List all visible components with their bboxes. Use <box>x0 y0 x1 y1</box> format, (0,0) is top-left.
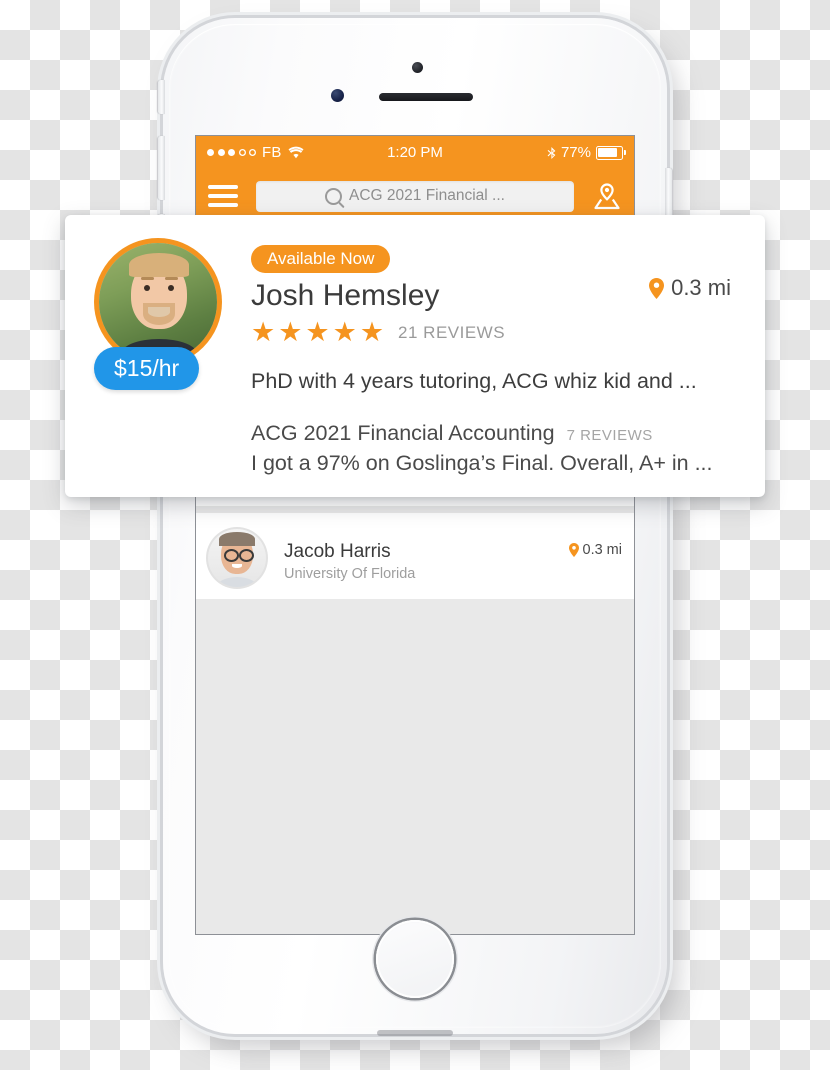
avatar <box>208 529 266 587</box>
list-item[interactable]: Jacob Harris 0.3 mi University Of Florid… <box>196 513 634 599</box>
front-camera-icon <box>412 62 423 73</box>
rating-row: ★★★★★ 21 REVIEWS <box>251 319 731 346</box>
course-review-count: 7 REVIEWS <box>566 427 653 444</box>
featured-header-row: Available Now Josh Hemsley 0.3 mi <box>251 245 731 312</box>
smartphone-device: FB 1:20 PM 77% ACG 2021 Financial ... Ja… <box>158 18 672 1036</box>
tutor-name: Jacob Harris <box>284 541 391 562</box>
featured-tutor-card[interactable]: $15/hr Available Now Josh Hemsley 0.3 mi… <box>65 215 765 497</box>
status-bar-left: FB <box>207 144 304 161</box>
featured-avatar-container: $15/hr <box>94 243 225 469</box>
list-item-body: Jacob Harris 0.3 mi University Of Florid… <box>280 527 622 587</box>
distance: 0.3 mi <box>568 542 623 558</box>
course-row: ACG 2021 Financial Accounting 7 REVIEWS <box>251 421 731 446</box>
location-pin-icon <box>568 543 579 557</box>
name-row: Jacob Harris 0.3 mi <box>284 541 622 563</box>
search-input[interactable]: ACG 2021 Financial ... <box>256 180 574 212</box>
bluetooth-icon <box>547 146 556 160</box>
battery-percent-label: 77% <box>560 144 591 161</box>
silent-switch[interactable] <box>158 80 165 114</box>
avatar <box>99 243 217 361</box>
map-pin-person-icon[interactable] <box>592 181 622 211</box>
review-count: 21 REVIEWS <box>398 322 506 342</box>
location-pin-icon <box>649 277 665 299</box>
signal-strength-icon <box>207 149 256 156</box>
price-badge: $15/hr <box>94 347 200 390</box>
proximity-sensor-icon <box>331 89 344 102</box>
tutor-school: University Of Florida <box>284 566 416 582</box>
distance: 0.3 mi <box>649 245 731 301</box>
course-quote: I got a 97% on Goslinga’s Final. Overall… <box>251 451 713 475</box>
search-input-value: ACG 2021 Financial ... <box>349 187 505 204</box>
volume-up-button[interactable] <box>158 136 165 200</box>
featured-card-body: Available Now Josh Hemsley 0.3 mi ★★★★★ … <box>251 243 731 475</box>
status-bar: FB 1:20 PM 77% <box>196 136 634 169</box>
distance-label: 0.3 mi <box>582 542 623 558</box>
device-bottom-notch <box>377 1030 453 1036</box>
wifi-icon <box>288 146 304 159</box>
star-rating-icon: ★★★★★ <box>251 317 388 347</box>
search-icon <box>325 187 343 205</box>
tutor-bio: PhD with 4 years tutoring, ACG whiz kid … <box>251 369 697 393</box>
battery-icon <box>596 145 626 160</box>
tutor-name: Josh Hemsley <box>251 279 440 312</box>
earpiece-speaker-icon <box>379 93 473 101</box>
carrier-label: FB <box>262 144 282 161</box>
featured-header-left: Available Now Josh Hemsley <box>251 245 439 312</box>
hamburger-menu-icon[interactable] <box>208 185 238 207</box>
status-bar-right: 77% <box>547 144 626 161</box>
avatar-photo <box>208 529 266 587</box>
home-button[interactable] <box>376 920 454 998</box>
distance-label: 0.3 mi <box>671 275 731 300</box>
avatar-photo <box>99 243 217 361</box>
availability-badge: Available Now <box>251 245 391 273</box>
course-name: ACG 2021 Financial Accounting <box>251 421 555 445</box>
avatar-container <box>208 527 270 587</box>
